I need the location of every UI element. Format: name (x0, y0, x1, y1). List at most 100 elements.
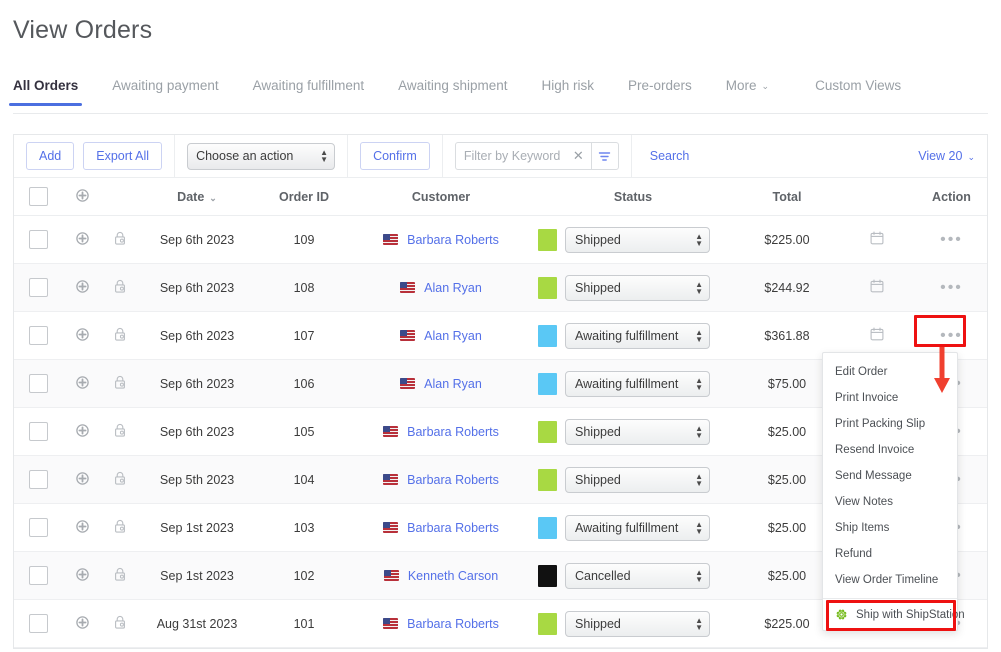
status-control: Shipped ▲ ▼ (530, 610, 736, 637)
row-order-id: 104 (256, 455, 352, 504)
tab-awaiting-payment[interactable]: Awaiting payment (112, 74, 218, 105)
th-date[interactable]: Date ⌄ (138, 178, 256, 216)
row-checkbox[interactable] (28, 422, 48, 441)
view-count-dropdown[interactable]: View 20 ⌄ (918, 149, 975, 163)
select-all-checkbox[interactable] (28, 187, 48, 206)
th-order-id[interactable]: Order ID (256, 178, 352, 216)
row-expand-cell (62, 407, 102, 456)
status-select[interactable]: Awaiting fulfillment (565, 322, 710, 349)
menu-item-resend-invoice[interactable]: Resend Invoice (823, 437, 957, 463)
status-select[interactable]: Shipped (565, 226, 710, 253)
us-flag-icon (383, 233, 399, 245)
row-date: Sep 6th 2023 (138, 359, 256, 408)
row-checkbox[interactable] (28, 470, 48, 489)
row-order-id: 107 (256, 311, 352, 360)
search-button[interactable]: Search (644, 148, 696, 164)
lock-icon (115, 519, 125, 533)
menu-item-print-packing-slip[interactable]: Print Packing Slip (823, 411, 957, 437)
status-select[interactable]: Shipped (565, 274, 710, 301)
plus-circle-icon[interactable] (75, 327, 89, 341)
customer-link[interactable]: Barbara Roberts (407, 425, 499, 439)
confirm-button[interactable]: Confirm (360, 142, 430, 170)
tab-label: Awaiting fulfillment (252, 78, 365, 93)
row-checkbox[interactable] (28, 278, 48, 297)
customer-link[interactable]: Kenneth Carson (408, 569, 498, 583)
row-action-menu-button[interactable]: ••• (931, 323, 972, 349)
tab-custom-views[interactable]: Custom Views (815, 74, 901, 105)
status-select[interactable]: Shipped (565, 466, 710, 493)
customer-link[interactable]: Barbara Roberts (407, 473, 499, 487)
customer-link[interactable]: Barbara Roberts (407, 521, 499, 535)
tab-more[interactable]: More ⌄ (726, 74, 769, 105)
menu-item-view-order-timeline[interactable]: View Order Timeline (823, 567, 957, 593)
tab-label: Pre-orders (627, 78, 692, 93)
calendar-icon[interactable] (870, 327, 884, 341)
plus-circle-icon[interactable] (75, 375, 89, 389)
customer-link[interactable]: Alan Ryan (424, 329, 482, 343)
ellipsis-icon: ••• (940, 230, 963, 248)
th-status[interactable]: Status (530, 178, 736, 216)
tab-awaiting-fulfillment[interactable]: Awaiting fulfillment (253, 74, 365, 105)
tab-label: Awaiting shipment (398, 78, 508, 93)
row-checkbox[interactable] (28, 374, 48, 393)
clear-filter-icon[interactable]: ✕ (571, 148, 591, 164)
plus-circle-icon (75, 188, 89, 202)
tab-pre-orders[interactable]: Pre-orders (628, 74, 692, 105)
lock-icon (115, 231, 125, 245)
row-action-menu-button[interactable]: ••• (931, 275, 972, 301)
customer-link[interactable]: Alan Ryan (424, 281, 482, 295)
menu-item-edit-order[interactable]: Edit Order (823, 359, 957, 385)
calendar-icon[interactable] (870, 231, 884, 245)
tab-high-risk[interactable]: High risk (541, 74, 594, 105)
status-select[interactable]: Shipped (565, 418, 710, 445)
row-status-cell: Awaiting fulfillment ▲ ▼ (530, 503, 736, 552)
row-checkbox[interactable] (28, 566, 48, 585)
plus-circle-icon[interactable] (75, 423, 89, 437)
th-customer[interactable]: Customer (352, 178, 530, 216)
menu-item-view-notes[interactable]: View Notes (823, 489, 957, 515)
row-checkbox[interactable] (28, 326, 48, 345)
row-checkbox[interactable] (28, 614, 48, 633)
row-select-cell (14, 407, 62, 456)
export-all-button[interactable]: Export All (83, 142, 163, 170)
toolbar-group-buttons: Add Export All (14, 135, 176, 177)
row-customer-cell: Barbara Roberts (352, 599, 530, 648)
calendar-icon[interactable] (870, 279, 884, 293)
plus-circle-icon[interactable] (75, 279, 89, 293)
row-select-cell (14, 311, 62, 360)
row-expand-cell (62, 503, 102, 552)
customer-link[interactable]: Barbara Roberts (407, 233, 499, 247)
customer-link[interactable]: Alan Ryan (424, 377, 482, 391)
filter-keyword-input[interactable] (455, 143, 571, 169)
table-row[interactable]: Sep 6th 2023 109 Barbara Roberts Shipped ▲ ▼ $… (14, 215, 987, 264)
menu-item-print-invoice[interactable]: Print Invoice (823, 385, 957, 411)
plus-circle-icon[interactable] (75, 615, 89, 629)
menu-item-refund[interactable]: Refund (823, 541, 957, 567)
tab-all-orders[interactable]: All Orders (8, 74, 83, 106)
status-select[interactable]: Awaiting fulfillment (565, 370, 710, 397)
sort-chevron-down-icon: ⌄ (209, 192, 217, 203)
add-button[interactable]: Add (26, 142, 75, 170)
row-checkbox[interactable] (28, 230, 48, 249)
status-color-swatch (538, 612, 557, 635)
plus-circle-icon[interactable] (75, 567, 89, 581)
tab-awaiting-shipment[interactable]: Awaiting shipment (398, 74, 507, 105)
customer-link[interactable]: Barbara Roberts (407, 617, 499, 631)
menu-item-ship-items[interactable]: Ship Items (823, 515, 957, 541)
plus-circle-icon[interactable] (75, 231, 89, 245)
row-select-cell (14, 455, 62, 504)
table-header-row: Date ⌄ Order ID Customer Status Total Act… (14, 178, 987, 216)
row-checkbox[interactable] (28, 518, 48, 537)
menu-item-send-message[interactable]: Send Message (823, 463, 957, 489)
filter-funnel-icon[interactable] (590, 143, 618, 169)
row-action-menu-button[interactable]: ••• (931, 227, 972, 253)
th-total[interactable]: Total (736, 178, 838, 216)
status-select[interactable]: Cancelled (565, 562, 710, 589)
choose-action-select[interactable]: Choose an action (187, 142, 336, 170)
table-row[interactable]: Sep 6th 2023 108 Alan Ryan Shipped ▲ ▼ $244.92… (14, 263, 987, 312)
plus-circle-icon[interactable] (75, 519, 89, 533)
status-select[interactable]: Shipped (565, 610, 710, 637)
status-select[interactable]: Awaiting fulfillment (565, 514, 710, 541)
menu-item-ship-with-shipstation[interactable]: Ship with ShipStation (823, 599, 965, 630)
plus-circle-icon[interactable] (75, 471, 89, 485)
